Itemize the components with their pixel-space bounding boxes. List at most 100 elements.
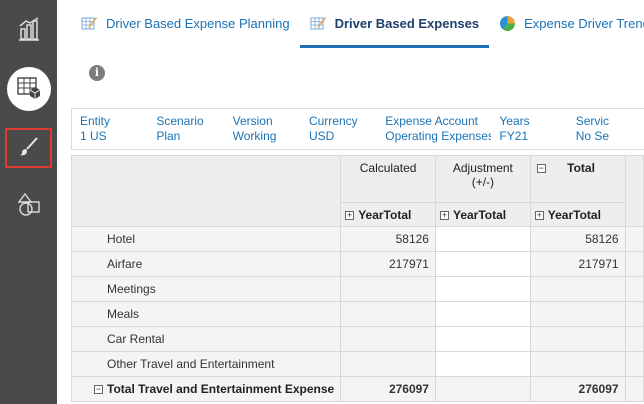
pov-label: Years — [499, 114, 530, 128]
collapse-icon[interactable]: − — [94, 385, 103, 394]
pov-service[interactable]: Servic No Se — [568, 109, 644, 149]
cell-calculated: 217971 — [340, 251, 436, 277]
pov-value: Working — [232, 129, 277, 143]
row-header-label: Total Travel and Entertainment Expense — [107, 382, 335, 396]
info-icon[interactable]: i — [89, 65, 105, 81]
cell-adjustment — [434, 376, 531, 402]
tab-driver-based-expense-planning[interactable]: Driver Based Expense Planning — [71, 0, 300, 46]
form-edit-icon — [310, 16, 327, 31]
pov-label: Servic — [575, 114, 610, 128]
sidebar-item-design[interactable] — [5, 128, 52, 168]
expand-icon[interactable]: + — [439, 210, 449, 220]
cell-calculated: 276097 — [340, 376, 436, 402]
pov-version[interactable]: Version Working — [225, 109, 301, 149]
pov-value: USD — [308, 129, 335, 143]
cell-overflow — [624, 276, 644, 302]
cell-total — [529, 351, 626, 377]
subheader-label: YearTotal — [452, 207, 507, 222]
cell-adjustment[interactable] — [434, 326, 531, 352]
cell-total: 276097 — [529, 376, 626, 402]
table-row: Car Rental — [71, 326, 644, 352]
row-header: Meetings — [71, 276, 342, 302]
table-row: Meals — [71, 301, 644, 327]
column-header-label: Calculated — [359, 161, 417, 175]
table-row: Meetings — [71, 276, 644, 302]
pov-value: No Se — [575, 129, 610, 143]
row-header: Other Travel and Entertainment — [71, 351, 342, 377]
cell-overflow — [624, 376, 644, 402]
paintbrush-icon — [17, 135, 41, 162]
cell-calculated — [340, 351, 436, 377]
cell-total — [529, 301, 626, 327]
cell-calculated — [340, 326, 436, 352]
cell-calculated — [340, 276, 436, 302]
pov-label: Entity — [80, 114, 111, 128]
bar-chart-icon — [16, 16, 42, 45]
subheader-label: YearTotal — [547, 207, 601, 222]
row-header-total: − Total Travel and Entertainment Expense — [71, 376, 342, 402]
column-header-label: Total — [567, 161, 595, 175]
pov-currency[interactable]: Currency USD — [301, 109, 377, 149]
pov-years[interactable]: Years FY21 — [491, 109, 567, 149]
tab-label: Driver Based Expenses — [334, 16, 480, 31]
tab-driver-based-expenses[interactable]: Driver Based Expenses — [299, 0, 490, 48]
expand-icon[interactable]: + — [345, 210, 355, 220]
pov-bar: Entity 1 US Scenario Plan Version Workin… — [71, 108, 644, 150]
collapse-icon[interactable]: − — [536, 164, 546, 173]
pov-label: Expense Account — [385, 114, 478, 128]
form-tab-bar: Driver Based Expense Planning Driver Bas… — [71, 0, 644, 48]
pov-value: Operating Expenses — [385, 129, 492, 143]
row-header: Car Rental — [71, 326, 342, 352]
cell-calculated: 58126 — [340, 226, 436, 252]
pov-label: Currency — [308, 114, 358, 128]
table-row-total: − Total Travel and Entertainment Expense … — [71, 376, 644, 402]
cell-adjustment[interactable] — [434, 351, 531, 377]
tab-label: Driver Based Expense Planning — [106, 15, 290, 31]
cell-adjustment[interactable] — [434, 226, 531, 252]
pov-entity[interactable]: Entity 1 US — [72, 109, 148, 149]
row-header: Airfare — [71, 251, 342, 277]
row-header: Meals — [71, 301, 342, 327]
grid-cube-icon — [16, 75, 42, 104]
tab-label: Expense Driver Trends — [524, 15, 644, 31]
form-edit-icon — [81, 16, 98, 31]
expand-icon[interactable]: + — [534, 210, 544, 220]
cell-calculated — [340, 301, 436, 327]
sidebar-item-data-forms[interactable] — [0, 66, 57, 112]
cell-total — [529, 276, 626, 302]
shapes-icon — [16, 192, 42, 221]
sidebar-item-dashboards[interactable] — [0, 8, 57, 52]
column-subheader-calculated: + YearTotal — [340, 202, 436, 227]
tab-expense-driver-trends[interactable]: Expense Driver Trends — [489, 0, 644, 46]
pov-value: FY21 — [499, 129, 529, 143]
column-header-calculated: Calculated — [340, 155, 436, 203]
pov-expense-account[interactable]: Expense Account Operating Expenses — [377, 109, 491, 149]
table-row: Hotel 58126 58126 — [71, 226, 644, 252]
column-subheader-total: + YearTotal — [529, 202, 626, 227]
cell-overflow — [624, 301, 644, 327]
cell-overflow — [624, 226, 644, 252]
pov-scenario[interactable]: Scenario Plan — [148, 109, 224, 149]
pov-value: 1 US — [80, 129, 107, 143]
pie-chart-icon — [499, 15, 516, 32]
sidebar-item-infolets[interactable] — [0, 184, 57, 228]
cell-total — [529, 326, 626, 352]
data-grid: Calculated Adjustment (+/-) − Total + Yea… — [71, 155, 644, 404]
cell-adjustment[interactable] — [434, 276, 531, 302]
cell-total: 58126 — [529, 226, 626, 252]
cell-adjustment[interactable] — [434, 301, 531, 327]
cell-overflow — [624, 251, 644, 277]
column-subheader-adjustment: + YearTotal — [434, 202, 531, 227]
cell-overflow — [624, 326, 644, 352]
cell-adjustment[interactable] — [434, 251, 531, 277]
left-nav-sidebar — [0, 0, 57, 404]
column-header-adjustment: Adjustment (+/-) — [434, 155, 531, 203]
grid-overflow-column — [624, 155, 644, 227]
pov-value: Plan — [156, 129, 181, 143]
pov-label: Version — [232, 114, 273, 128]
subheader-label: YearTotal — [358, 207, 412, 222]
column-header-total: − Total — [529, 155, 626, 203]
table-row: Airfare 217971 217971 — [71, 251, 644, 277]
pov-label: Scenario — [156, 114, 204, 128]
row-header: Hotel — [71, 226, 342, 252]
